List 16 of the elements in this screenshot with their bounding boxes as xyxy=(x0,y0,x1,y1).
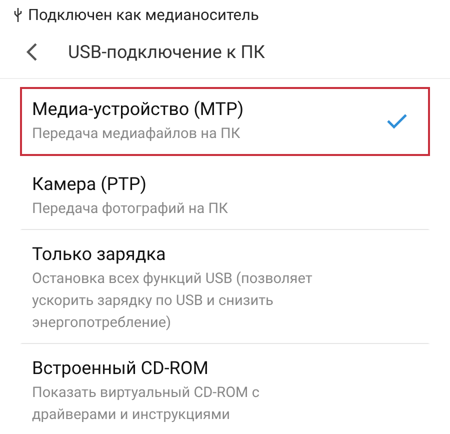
status-text: Подключен как медианоситель xyxy=(28,6,259,24)
option-item[interactable]: Камера (PTP) Передача фотографий на ПК xyxy=(20,162,430,230)
option-title: Камера (PTP) xyxy=(32,173,148,197)
option-description: Остановка всех функций USB (позволяет ускорить зарядку по USB и снизить энергопотребление) xyxy=(32,269,314,333)
usb-icon xyxy=(14,8,22,22)
back-icon xyxy=(26,42,38,62)
option-title: Только зарядка xyxy=(32,243,167,267)
option-item[interactable]: Только зарядка Остановка всех функций USB (позволяет ускорить зарядку по USB и снизить энергопотребление) xyxy=(20,232,430,344)
option-description: Передача медиафайлов на ПК xyxy=(32,124,242,144)
option-title: Встроенный CD-ROM xyxy=(32,357,210,381)
option-title: Медиа-устройство (MTP) xyxy=(32,98,244,122)
option-item[interactable]: Встроенный CD-ROM Показать виртуальный CD-ROM с драйверами и инструкциями xyxy=(20,346,430,434)
screen-title: USB-подключение к ПК xyxy=(68,42,265,62)
option-description: Показать виртуальный CD-ROM с драйверами и инструкциями xyxy=(32,383,260,425)
option-item[interactable]: Медиа-устройство (MTP) Передача медиафайлов на ПК xyxy=(20,87,430,156)
option-description: Передача фотографий на ПК xyxy=(32,199,228,219)
